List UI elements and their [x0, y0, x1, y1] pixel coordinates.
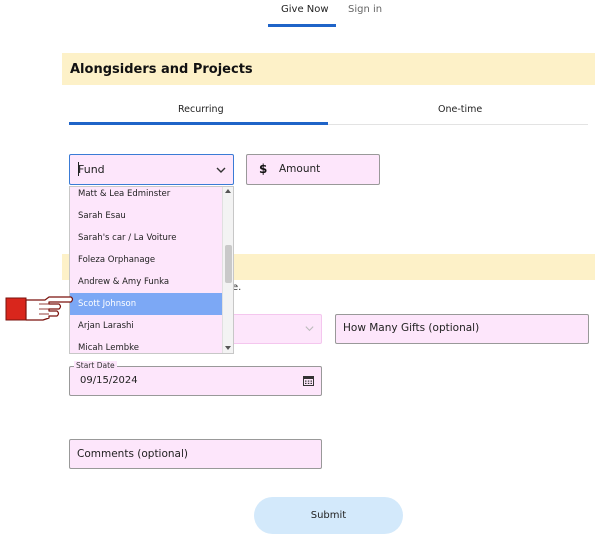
start-date-label: Start Date — [74, 361, 117, 370]
active-tab-indicator — [268, 24, 336, 27]
chevron-down-icon — [305, 326, 314, 332]
dollar-icon: $ — [259, 162, 268, 176]
text-cursor — [78, 162, 79, 176]
tab-one-time[interactable]: One-time — [438, 104, 482, 115]
recurring-active-indicator — [69, 122, 328, 125]
fund-select-value: Fund — [78, 163, 105, 176]
fund-option-selected[interactable]: Scott Johnson — [70, 293, 223, 315]
tab-sign-in[interactable]: Sign in — [348, 4, 382, 15]
fund-option[interactable]: Arjan Larashi — [70, 315, 223, 337]
submit-button[interactable]: Submit — [254, 497, 403, 534]
fund-option[interactable]: Matt & Lea Edminster — [70, 187, 223, 205]
fund-option[interactable]: Sarah's car / La Voiture — [70, 227, 223, 249]
pointing-hand-icon — [5, 296, 74, 321]
amount-placeholder: Amount — [279, 163, 321, 175]
fund-option[interactable]: Sarah Esau — [70, 205, 223, 227]
fund-option[interactable]: Foleza Orphanage — [70, 249, 223, 271]
start-date-value: 09/15/2024 — [80, 375, 138, 386]
fund-option[interactable]: Andrew & Amy Funka — [70, 271, 223, 293]
tab-give-now[interactable]: Give Now — [281, 4, 329, 15]
comments-placeholder: Comments (optional) — [77, 448, 188, 460]
chevron-down-icon — [216, 167, 226, 173]
dropdown-scrollbar[interactable] — [222, 187, 233, 353]
scroll-down-icon[interactable] — [225, 346, 231, 350]
scroll-up-icon[interactable] — [225, 189, 231, 193]
how-many-gifts-placeholder: How Many Gifts (optional) — [343, 322, 480, 334]
fund-dropdown-list[interactable]: Matt & Lea Edminster Sarah Esau Sarah's … — [69, 186, 234, 354]
scroll-thumb[interactable] — [225, 245, 232, 283]
tab-recurring[interactable]: Recurring — [178, 104, 224, 115]
fund-option[interactable]: Micah Lembke — [70, 337, 223, 353]
calendar-icon[interactable] — [303, 375, 314, 386]
section-title: Alongsiders and Projects — [70, 62, 253, 77]
